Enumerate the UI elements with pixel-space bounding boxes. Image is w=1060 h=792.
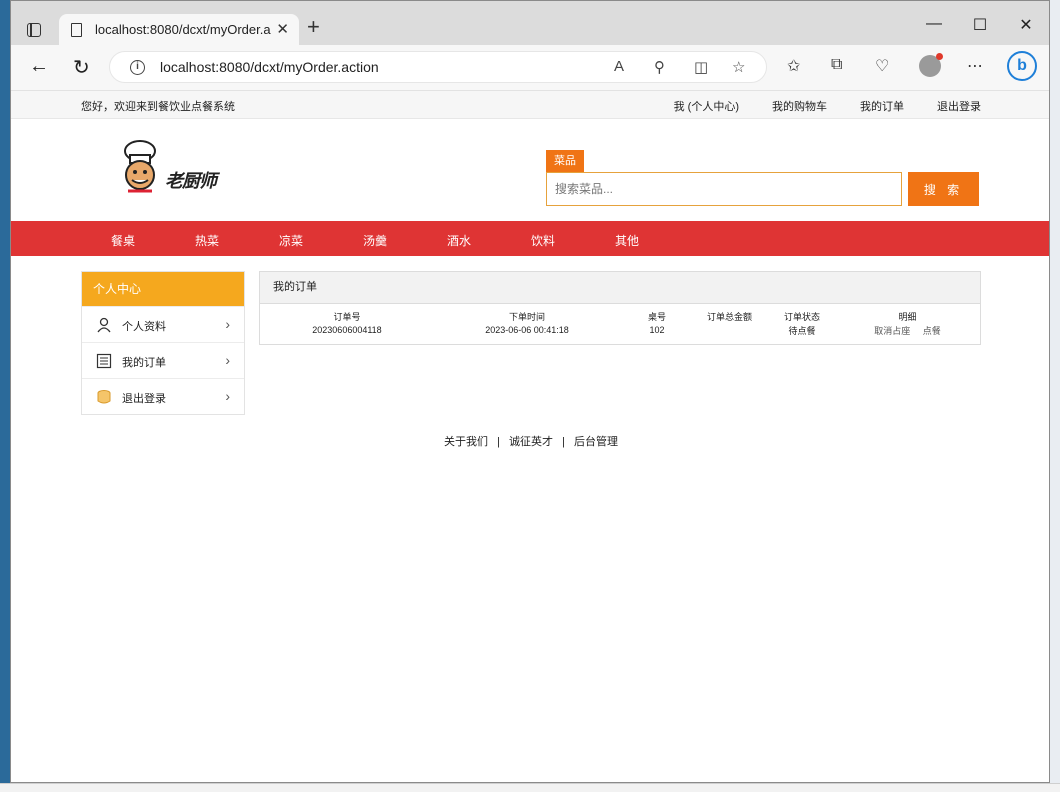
more-menu-icon[interactable]: ⋯ [967,56,983,76]
link-personal-center[interactable]: 我 (个人中心) [674,98,739,114]
search-button[interactable]: 搜 索 [908,172,979,206]
order-total [692,323,767,337]
desktop-bottom-edge [0,783,1060,792]
orders-panel: 我的订单 订单号 下单时间 桌号 订单总金额 订单状态 明细 202306060… [259,271,981,345]
browser-toolbar: ← ↻ i localhost:8080/dcxt/myOrder.action… [11,45,1049,91]
orders-title: 我的订单 [260,272,980,304]
address-bar[interactable]: i localhost:8080/dcxt/myOrder.action A ⚲… [109,51,767,83]
favorite-star-icon[interactable]: ☆ [732,58,745,76]
minimize-icon[interactable]: — [911,15,957,33]
category-item[interactable]: 其他 [615,232,639,249]
category-item[interactable]: 热菜 [195,232,219,249]
order-time: 2023-06-06 00:41:18 [485,325,569,335]
sidebar-item-label: 退出登录 [122,393,166,405]
footer-link-admin[interactable]: 后台管理 [574,436,618,448]
health-icon[interactable]: ♡ [875,56,889,76]
category-item[interactable]: 酒水 [447,232,471,249]
sidebar-item-label: 我的订单 [122,357,166,369]
chef-logo-icon [124,140,156,193]
link-logout[interactable]: 退出登录 [937,98,981,114]
split-screen-icon[interactable]: ◫ [694,58,708,76]
search-input[interactable] [546,172,902,206]
site-logo[interactable]: 老厨师 [119,139,229,199]
logo-text: 老厨师 [165,171,217,191]
refresh-icon[interactable]: ↻ [73,55,90,80]
column-header: 桌号 [647,311,666,322]
column-header: 下单时间 [508,311,545,322]
new-tab-button[interactable]: + [307,16,320,38]
welcome-text: 您好，欢迎来到餐饮业点餐系统 [81,101,235,113]
site-header: 老厨师 菜品 搜 索 [11,119,1049,221]
chevron-right-icon: › [225,316,230,332]
topbar-links: 我 (个人中心) 我的购物车 我的订单 退出登录 [674,98,981,114]
maximize-icon[interactable]: ☐ [957,15,1003,35]
table-row: 20230606004118 2023-06-06 00:41:18 102 待… [262,323,978,337]
collections-icon[interactable]: ⧉ [831,56,842,74]
order-number: 20230606004118 [312,325,382,335]
column-header: 明细 [898,311,917,322]
category-item[interactable]: 汤羹 [363,232,387,249]
table-number: 102 [649,325,665,335]
profile-avatar-icon[interactable] [919,53,943,77]
read-aloud-icon[interactable]: A [614,58,624,75]
browser-window: localhost:8080/dcxt/myOrder.action ✕ + —… [10,0,1050,783]
search-category-tab[interactable]: 菜品 [546,150,584,172]
order-status: 待点餐 [788,325,816,336]
url-text[interactable]: localhost:8080/dcxt/myOrder.action [160,59,379,75]
order-actions: 取消占座 点餐 [837,323,978,337]
browser-titlebar: localhost:8080/dcxt/myOrder.action ✕ + —… [11,1,1049,46]
link-my-orders[interactable]: 我的订单 [860,98,904,114]
column-header: 订单总金额 [706,311,752,322]
browser-tab[interactable]: localhost:8080/dcxt/myOrder.action ✕ [59,14,299,46]
site-info-icon[interactable]: i [130,60,145,75]
footer-separator: | [562,436,565,448]
back-icon[interactable]: ← [29,55,49,78]
table-header-row: 订单号 下单时间 桌号 订单总金额 订单状态 明细 [262,309,978,323]
cancel-seat-link[interactable]: 取消占座 [874,326,910,336]
category-item[interactable]: 餐桌 [111,232,135,249]
page-icon [71,23,82,37]
category-item[interactable]: 凉菜 [279,232,303,249]
sidebar-item-logout[interactable]: 退出登录 › [82,378,244,414]
close-window-icon[interactable]: ✕ [1003,15,1049,35]
site-topbar: 您好，欢迎来到餐饮业点餐系统 我 (个人中心) 我的购物车 我的订单 退出登录 [11,91,1049,119]
tab-actions-icon[interactable] [27,22,41,37]
personal-sidebar: 个人中心 个人资料 › 我的订单 › 退出登录 › [81,271,245,415]
order-food-link[interactable]: 点餐 [923,326,941,336]
zoom-icon[interactable]: ⚲ [654,58,665,76]
sidebar-item-orders[interactable]: 我的订单 › [82,342,244,378]
desktop-left-edge [0,0,10,792]
chevron-right-icon: › [225,352,230,368]
orders-table: 订单号 下单时间 桌号 订单总金额 订单状态 明细 20230606004118… [262,309,978,337]
footer-separator: | [497,436,500,448]
footer-link-about[interactable]: 关于我们 [444,436,488,448]
web-page: 您好，欢迎来到餐饮业点餐系统 我 (个人中心) 我的购物车 我的订单 退出登录 [11,91,1049,782]
tab-title: localhost:8080/dcxt/myOrder.action [95,22,271,37]
chevron-right-icon: › [225,388,230,404]
sidebar-title: 个人中心 [82,272,244,306]
main-content: 个人中心 个人资料 › 我的订单 › 退出登录 › 我的订单 订单号 下单时间 … [11,256,1049,676]
sidebar-item-profile[interactable]: 个人资料 › [82,306,244,342]
bing-icon[interactable]: b [1007,51,1037,81]
column-header: 订单状态 [783,311,820,322]
user-icon [97,317,111,333]
sidebar-item-label: 个人资料 [122,321,166,333]
category-nav: 餐桌 热菜 凉菜 汤羹 酒水 饮料 其他 [11,221,1049,256]
link-cart[interactable]: 我的购物车 [772,98,827,114]
column-header: 订单号 [333,311,361,322]
tab-close-icon[interactable]: ✕ [276,20,289,38]
site-footer: 关于我们 | 诚征英才 | 后台管理 [11,433,1049,449]
order-list-icon [96,353,112,369]
favorites-icon[interactable]: ✩ [787,56,800,76]
category-item[interactable]: 饮料 [531,232,555,249]
footer-link-careers[interactable]: 诚征英才 [509,436,553,448]
logout-icon [97,390,111,404]
